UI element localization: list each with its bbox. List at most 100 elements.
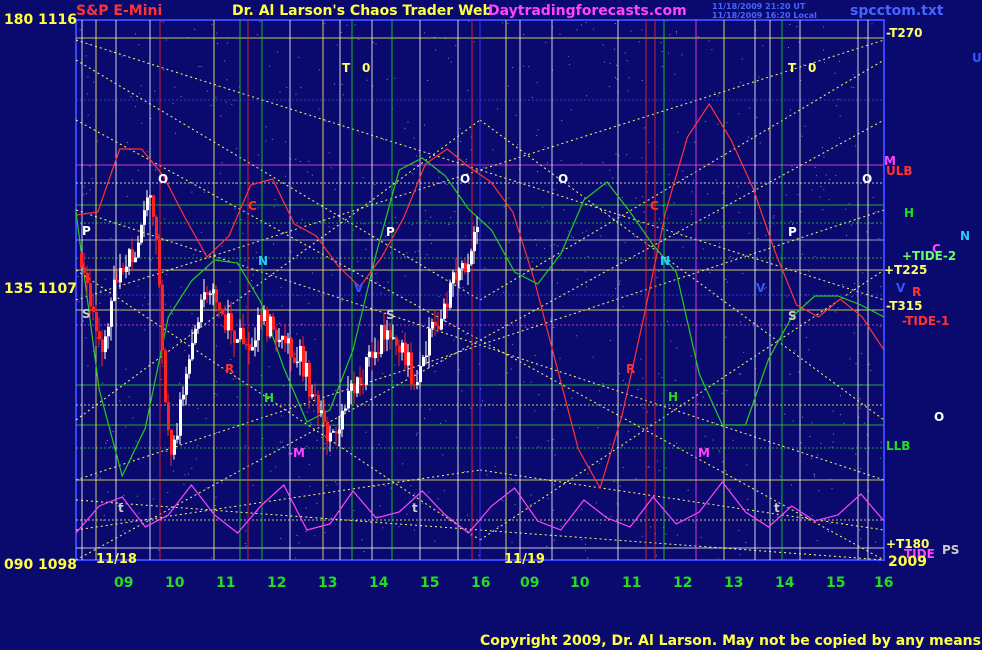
star-dot: [620, 259, 622, 261]
star-dot: [604, 61, 606, 63]
candle-body: [149, 195, 152, 198]
star-dot: [615, 77, 616, 78]
star-dot: [88, 44, 90, 45]
candle-body: [428, 328, 431, 356]
star-dot: [374, 183, 376, 185]
candle-body: [413, 384, 416, 386]
candle-body: [464, 263, 467, 273]
star-dot: [245, 306, 247, 308]
candle-body: [254, 340, 257, 347]
star-dot: [257, 154, 259, 156]
star-dot: [455, 45, 457, 46]
candle-body: [293, 357, 296, 363]
star-dot: [346, 24, 348, 26]
candle-body: [182, 394, 185, 400]
y-label-bot-angle: 090: [4, 557, 33, 573]
candle-body: [374, 352, 377, 359]
star-dot: [467, 90, 469, 91]
candle-body: [299, 346, 302, 362]
star-dot: [553, 189, 555, 190]
y-label-mid-angle: 135: [4, 281, 33, 297]
star-dot: [143, 297, 145, 298]
star-dot: [563, 209, 565, 211]
star-dot: [581, 509, 583, 510]
star-dot: [131, 458, 133, 460]
star-dot: [600, 235, 602, 237]
star-dot: [268, 366, 270, 368]
star-dot: [811, 515, 813, 516]
star-dot: [85, 55, 87, 57]
star-dot: [357, 260, 359, 262]
star-dot: [380, 292, 382, 294]
star-dot: [768, 129, 769, 131]
candle-body: [467, 264, 470, 273]
candle-body: [287, 338, 290, 344]
star-dot: [839, 395, 841, 397]
star-dot: [581, 162, 582, 164]
candle-body: [311, 394, 314, 397]
star-dot: [732, 439, 734, 441]
candle-body: [83, 267, 86, 273]
candle-body: [476, 227, 479, 232]
candle-body: [98, 331, 101, 340]
star-dot: [642, 196, 644, 197]
right-edge-label: H: [904, 206, 914, 220]
x-hour-tick-label: 14: [775, 575, 795, 591]
star-dot: [741, 58, 743, 60]
candle-body: [113, 279, 116, 301]
cycle-marker-label: O: [558, 172, 568, 186]
star-dot: [668, 52, 670, 54]
star-dot: [666, 217, 668, 219]
star-dot: [552, 439, 554, 441]
star-dot: [216, 432, 218, 434]
star-dot: [459, 127, 461, 129]
star-dot: [536, 244, 537, 246]
star-dot: [641, 535, 643, 537]
star-dot: [83, 194, 85, 196]
star-dot: [478, 554, 480, 556]
star-dot: [682, 170, 684, 172]
star-dot: [647, 171, 649, 173]
star-dot: [172, 313, 174, 315]
candle-body: [314, 394, 317, 396]
star-dot: [872, 197, 874, 199]
star-dot: [244, 445, 246, 447]
y-label-bot-price: 1098: [38, 557, 77, 573]
star-dot: [560, 160, 562, 162]
star-dot: [426, 220, 428, 222]
cycle-marker-label: V: [354, 281, 364, 295]
star-dot: [875, 541, 877, 543]
candle-body: [212, 289, 215, 294]
right-edge-label: +TIDE-2: [902, 249, 956, 263]
star-dot: [175, 132, 177, 134]
star-dot: [837, 307, 839, 309]
star-dot: [96, 475, 98, 477]
star-dot: [194, 28, 196, 30]
star-dot: [438, 295, 440, 297]
star-dot: [643, 211, 645, 213]
star-dot: [273, 243, 274, 245]
star-dot: [93, 81, 95, 83]
star-dot: [738, 373, 740, 375]
star-dot: [621, 196, 623, 198]
star-dot: [546, 162, 548, 164]
star-dot: [407, 121, 409, 123]
star-dot: [514, 504, 516, 506]
date-label-day2: 11/19: [504, 552, 545, 567]
star-dot: [341, 83, 343, 85]
star-dot: [802, 416, 803, 418]
star-dot: [352, 229, 354, 231]
star-dot: [660, 42, 662, 44]
x-hour-tick-label: 09: [520, 575, 539, 591]
star-dot: [163, 21, 165, 23]
website-link[interactable]: Daytradingforecasts.com: [488, 3, 687, 19]
candle-body: [251, 346, 254, 351]
candle-body: [458, 268, 461, 281]
star-dot: [747, 498, 749, 500]
star-dot: [586, 95, 587, 97]
star-dot: [442, 454, 444, 456]
star-dot: [112, 431, 114, 432]
star-dot: [625, 383, 626, 385]
star-dot: [318, 69, 320, 71]
star-dot: [722, 192, 724, 194]
